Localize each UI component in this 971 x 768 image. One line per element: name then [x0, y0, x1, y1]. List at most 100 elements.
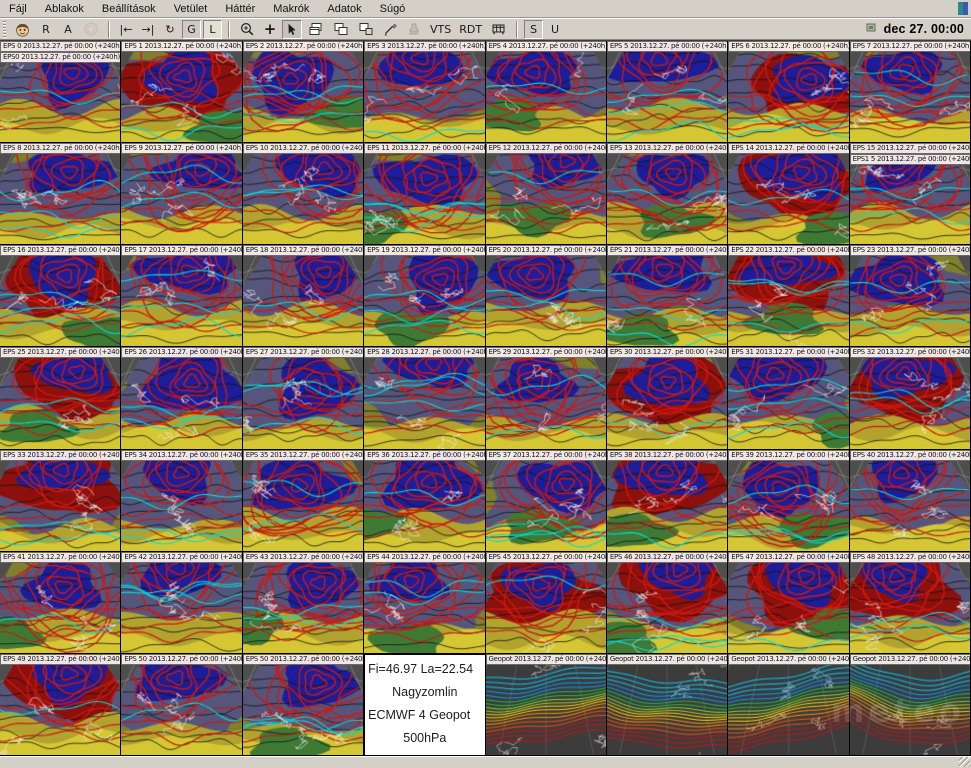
- panel-title-label[interactable]: EPS 26 2013.12.27. pé 00:00 (+240h): [121, 347, 242, 358]
- map-panel[interactable]: EPS 38 2013.12.27. pé 00:00 (+240h): [607, 450, 728, 552]
- menu-ablakok[interactable]: Ablakok: [36, 1, 93, 17]
- step-first-button[interactable]: |←: [116, 20, 136, 39]
- pan-tool-button[interactable]: +: [260, 20, 280, 39]
- panel-title-label[interactable]: EPS 42 2013.12.27. pé 00:00 (+240h): [121, 552, 242, 563]
- map-panel[interactable]: EPS 10 2013.12.27. pé 00:00 (+240h): [243, 143, 364, 245]
- map-panel[interactable]: EPS 40 2013.12.27. pé 00:00 (+240h): [850, 450, 971, 552]
- panel-title-label[interactable]: EPS 32 2013.12.27. pé 00:00 (+240h): [850, 347, 971, 358]
- panel-title-label[interactable]: EPS 1 2013.12.27. pé 00:00 (+240h): [121, 41, 242, 52]
- menu-makrok[interactable]: Makrók: [264, 1, 318, 17]
- map-panel[interactable]: EPS 35 2013.12.27. pé 00:00 (+240h): [243, 450, 364, 552]
- panel-title-label[interactable]: EPS 20 2013.12.27. pé 00:00 (+240h): [486, 245, 607, 256]
- map-panel[interactable]: Geopot 2013.12.27. pé 00:00 (+240h): [607, 654, 728, 756]
- panel-title-label[interactable]: EPS 50 2013.12.27. pé 00:00 (+240h): [121, 654, 242, 665]
- panel-title-label[interactable]: EPS 38 2013.12.27. pé 00:00 (+240h): [607, 450, 728, 461]
- user-face-icon[interactable]: [11, 20, 34, 39]
- panel-title-label[interactable]: Geopot 2013.12.27. pé 00:00 (+240h): [486, 654, 607, 665]
- map-panel[interactable]: EPS 49 2013.12.27. pé 00:00 (+240h): [0, 654, 121, 756]
- map-panel[interactable]: EPS 25 2013.12.27. pé 00:00 (+240h): [0, 347, 121, 449]
- panel-title-label[interactable]: EPS 4 2013.12.27. pé 00:00 (+240h): [486, 41, 607, 52]
- map-panel[interactable]: EPS 36 2013.12.27. pé 00:00 (+240h): [364, 450, 485, 552]
- l-toggle[interactable]: L: [203, 20, 222, 39]
- map-panel[interactable]: EPS 8 2013.12.27. pé 00:00 (+240h): [0, 143, 121, 245]
- step-last-button[interactable]: →|: [138, 20, 158, 39]
- panel-title-label[interactable]: EPS 12 2013.12.27. pé 00:00 (+240h): [486, 143, 607, 154]
- map-panel[interactable]: EPS 0 2013.12.27. pé 00:00 (+240h)EPS0 2…: [0, 41, 121, 143]
- panel-title-label[interactable]: EPS 3 2013.12.27. pé 00:00 (+240h): [364, 41, 485, 52]
- map-panel[interactable]: EPS 20 2013.12.27. pé 00:00 (+240h): [486, 245, 607, 347]
- map-panel[interactable]: EPS 22 2013.12.27. pé 00:00 (+240h): [728, 245, 849, 347]
- panel-title-label[interactable]: EPS 22 2013.12.27. pé 00:00 (+240h): [728, 245, 849, 256]
- panel-title-label[interactable]: EPS 25 2013.12.27. pé 00:00 (+240h): [0, 347, 121, 358]
- panel-title-label[interactable]: EPS 11 2013.12.27. pé 00:00 (+240h): [364, 143, 485, 154]
- panel-title-label[interactable]: EPS 36 2013.12.27. pé 00:00 (+240h): [364, 450, 485, 461]
- panel-title-label[interactable]: EPS 14 2013.12.27. pé 00:00 (+240h): [728, 143, 849, 154]
- draw-pencil-button[interactable]: [379, 20, 401, 39]
- table-view-button[interactable]: [487, 20, 510, 39]
- panel-title-label[interactable]: EPS 33 2013.12.27. pé 00:00 (+240h): [0, 450, 121, 461]
- panel-title-label[interactable]: EPS 40 2013.12.27. pé 00:00 (+240h): [850, 450, 971, 461]
- map-panel[interactable]: EPS 23 2013.12.27. pé 00:00 (+240h): [850, 245, 971, 347]
- panel-title-label[interactable]: EPS 30 2013.12.27. pé 00:00 (+240h): [607, 347, 728, 358]
- panel-title-label[interactable]: EPS 43 2013.12.27. pé 00:00 (+240h): [243, 552, 364, 563]
- map-panel[interactable]: EPS 26 2013.12.27. pé 00:00 (+240h): [121, 347, 242, 449]
- menu-hatter[interactable]: Háttér: [216, 1, 264, 17]
- panel-title-label[interactable]: EPS1 5 2013.12.27. pé 00:00 (+240h): [850, 154, 971, 165]
- panel-title-label[interactable]: EPS 18 2013.12.27. pé 00:00 (+240h): [243, 245, 364, 256]
- map-panel[interactable]: EPS 37 2013.12.27. pé 00:00 (+240h): [486, 450, 607, 552]
- map-panel[interactable]: EPS 39 2013.12.27. pé 00:00 (+240h): [728, 450, 849, 552]
- panel-title-label[interactable]: EPS 48 2013.12.27. pé 00:00 (+240h): [850, 552, 971, 563]
- panel-title-label[interactable]: EPS 47 2013.12.27. pé 00:00 (+240h): [728, 552, 849, 563]
- menu-sugo[interactable]: Súgó: [371, 1, 415, 17]
- menu-vetulet[interactable]: Vetület: [165, 1, 217, 17]
- map-panel[interactable]: Geopot 2013.12.27. pé 00:00 (+240h): [486, 654, 607, 756]
- window-tile-button[interactable]: [354, 20, 377, 39]
- map-panel[interactable]: Geopot 2013.12.27. pé 00:00 (+240h): [728, 654, 849, 756]
- map-panel[interactable]: EPS 7 2013.12.27. pé 00:00 (+240h): [850, 41, 971, 143]
- panel-title-label[interactable]: Geopot 2013.12.27. pé 00:00 (+240h): [607, 654, 728, 665]
- u-button[interactable]: U: [545, 20, 565, 39]
- panel-title-label[interactable]: EPS 2 2013.12.27. pé 00:00 (+240h): [243, 41, 364, 52]
- map-panel[interactable]: EPS 47 2013.12.27. pé 00:00 (+240h): [728, 552, 849, 654]
- map-panel[interactable]: EPS 31 2013.12.27. pé 00:00 (+240h): [728, 347, 849, 449]
- map-panel[interactable]: EPS 28 2013.12.27. pé 00:00 (+240h): [364, 347, 485, 449]
- map-panel[interactable]: EPS 3 2013.12.27. pé 00:00 (+240h): [364, 41, 485, 143]
- map-panel[interactable]: EPS 18 2013.12.27. pé 00:00 (+240h): [243, 245, 364, 347]
- map-panel[interactable]: EPS 50 2013.12.27. pé 00:00 (+240h): [243, 654, 364, 756]
- map-panel[interactable]: EPS 14 2013.12.27. pé 00:00 (+240h): [728, 143, 849, 245]
- rdt-button[interactable]: RDT: [456, 20, 485, 39]
- panel-title-label[interactable]: EPS 27 2013.12.27. pé 00:00 (+240h): [243, 347, 364, 358]
- panel-title-label[interactable]: EPS0 2013.12.27. pé 00:00 (+240h): [0, 52, 121, 63]
- map-panel[interactable]: EPS 42 2013.12.27. pé 00:00 (+240h): [121, 552, 242, 654]
- panel-title-label[interactable]: EPS 50 2013.12.27. pé 00:00 (+240h): [243, 654, 364, 665]
- map-panel[interactable]: EPS 48 2013.12.27. pé 00:00 (+240h): [850, 552, 971, 654]
- map-panel[interactable]: EPS 33 2013.12.27. pé 00:00 (+240h): [0, 450, 121, 552]
- vts-button[interactable]: VTS: [427, 20, 454, 39]
- panel-title-label[interactable]: Geopot 2013.12.27. pé 00:00 (+240h): [850, 654, 971, 665]
- s-toggle[interactable]: S: [524, 20, 543, 39]
- map-panel[interactable]: EPS 30 2013.12.27. pé 00:00 (+240h): [607, 347, 728, 449]
- panel-title-label[interactable]: EPS 13 2013.12.27. pé 00:00 (+240h): [607, 143, 728, 154]
- map-panel[interactable]: EPS 27 2013.12.27. pé 00:00 (+240h): [243, 347, 364, 449]
- map-panel[interactable]: EPS 29 2013.12.27. pé 00:00 (+240h): [486, 347, 607, 449]
- toolbar-grip[interactable]: [2, 20, 8, 38]
- panel-title-label[interactable]: EPS 29 2013.12.27. pé 00:00 (+240h): [486, 347, 607, 358]
- panel-title-label[interactable]: EPS 8 2013.12.27. pé 00:00 (+240h): [0, 143, 121, 154]
- panel-title-label[interactable]: EPS 6 2013.12.27. pé 00:00 (+240h): [728, 41, 849, 52]
- map-panel[interactable]: EPS 34 2013.12.27. pé 00:00 (+240h): [121, 450, 242, 552]
- panel-title-label[interactable]: EPS 19 2013.12.27. pé 00:00 (+240h): [364, 245, 485, 256]
- map-panel[interactable]: EPS 1 2013.12.27. pé 00:00 (+240h): [121, 41, 242, 143]
- panel-title-label[interactable]: EPS 21 2013.12.27. pé 00:00 (+240h): [607, 245, 728, 256]
- pointer-tool-button[interactable]: [282, 20, 302, 39]
- panel-title-label[interactable]: EPS 41 2013.12.27. pé 00:00 (+240h): [0, 552, 121, 563]
- map-panel[interactable]: EPS 44 2013.12.27. pé 00:00 (+240h): [364, 552, 485, 654]
- map-panel[interactable]: EPS 5 2013.12.27. pé 00:00 (+240h): [607, 41, 728, 143]
- map-panel[interactable]: EPS 19 2013.12.27. pé 00:00 (+240h): [364, 245, 485, 347]
- panel-title-label[interactable]: EPS 39 2013.12.27. pé 00:00 (+240h): [728, 450, 849, 461]
- map-panel[interactable]: EPS 45 2013.12.27. pé 00:00 (+240h): [486, 552, 607, 654]
- panel-title-label[interactable]: EPS 34 2013.12.27. pé 00:00 (+240h): [121, 450, 242, 461]
- zoom-tool-button[interactable]: [236, 20, 258, 39]
- panel-title-label[interactable]: EPS 44 2013.12.27. pé 00:00 (+240h): [364, 552, 485, 563]
- r-button[interactable]: R: [36, 20, 56, 39]
- map-panel[interactable]: EPS 46 2013.12.27. pé 00:00 (+240h): [607, 552, 728, 654]
